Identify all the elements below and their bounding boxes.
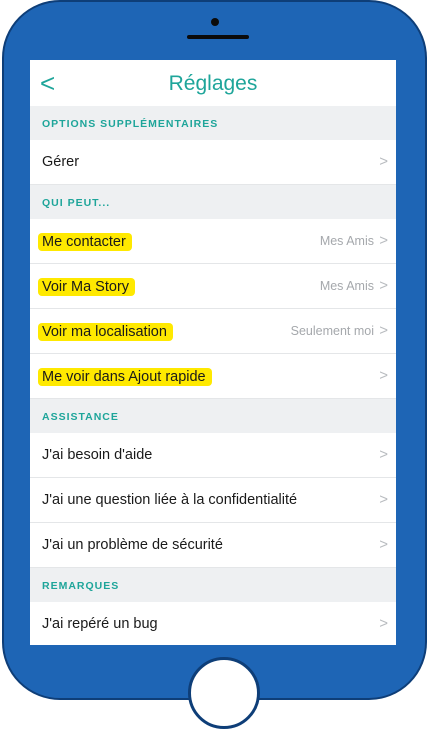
row-label: Me contacter [38,233,132,251]
chevron-right-icon: > [379,536,388,553]
row-label: J'ai un problème de sécurité [42,537,223,553]
row-ajout-rapide[interactable]: Me voir dans Ajout rapide > [30,354,396,399]
section-header-qui-peut: QUI PEUT... [30,185,396,219]
section-title: QUI PEUT... [42,197,111,209]
row-label: J'ai besoin d'aide [42,447,153,463]
section-title: OPTIONS SUPPLÉMENTAIRES [42,118,219,130]
settings-screen: < Réglages OPTIONS SUPPLÉMENTAIRES Gérer… [30,60,396,645]
section-title: ASSISTANCE [42,411,119,423]
row-value: Mes Amis [319,279,374,293]
row-label: Gérer [42,154,80,170]
section-header-options: OPTIONS SUPPLÉMENTAIRES [30,106,396,140]
section-header-assistance: ASSISTANCE [30,399,396,433]
row-value: Seulement moi [290,324,374,338]
page-title: Réglages [168,72,258,95]
row-label: J'ai une question liée à la confidential… [42,492,298,508]
chevron-right-icon: > [379,277,388,294]
chevron-right-icon: > [379,322,388,339]
phone-frame: < Réglages OPTIONS SUPPLÉMENTAIRES Gérer… [0,0,427,729]
camera-icon [211,18,219,26]
chevron-right-icon: > [379,153,388,170]
row-bug[interactable]: J'ai repéré un bug > [30,602,396,645]
chevron-right-icon: > [379,491,388,508]
section-header-remarques: REMARQUES [30,568,396,602]
chevron-right-icon: > [379,367,388,384]
row-value: Mes Amis [319,234,374,248]
home-button[interactable] [188,657,260,729]
chevron-right-icon: > [379,446,388,463]
row-label: Voir Ma Story [38,278,136,296]
row-label: Voir ma localisation [38,323,173,341]
row-label: J'ai repéré un bug [42,616,158,632]
row-probleme-securite[interactable]: J'ai un problème de sécurité > [30,523,396,568]
row-question-confidentialite[interactable]: J'ai une question liée à la confidential… [30,478,396,523]
row-gerer[interactable]: Gérer > [30,140,396,185]
row-voir-ma-story[interactable]: Voir Ma Story Mes Amis > [30,264,396,309]
row-besoin-aide[interactable]: J'ai besoin d'aide > [30,433,396,478]
row-label: Me voir dans Ajout rapide [38,368,212,386]
chevron-right-icon: > [379,232,388,249]
speaker-grille [187,35,249,39]
nav-bar: < Réglages [30,60,396,106]
chevron-right-icon: > [379,615,388,632]
row-voir-ma-localisation[interactable]: Voir ma localisation Seulement moi > [30,309,396,354]
row-me-contacter[interactable]: Me contacter Mes Amis > [30,219,396,264]
section-title: REMARQUES [42,580,120,592]
